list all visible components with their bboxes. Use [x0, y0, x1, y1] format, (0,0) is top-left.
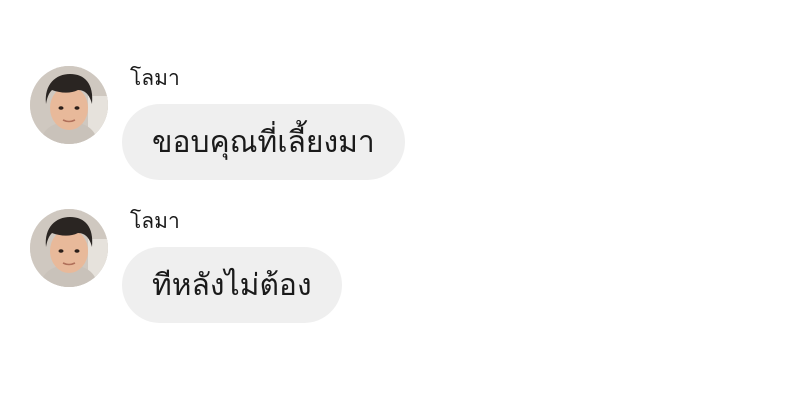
sender-name: โลมา [130, 66, 180, 90]
message-bubble[interactable]: ขอบคุณที่เลี้ยงมา [122, 104, 405, 180]
avatar[interactable] [30, 209, 108, 287]
sender-name: โลมา [130, 209, 180, 233]
child-face-avatar-icon [30, 66, 108, 144]
message-text: ขอบคุณที่เลี้ยงมา [152, 124, 375, 160]
avatar[interactable] [30, 66, 108, 144]
child-face-avatar-icon [30, 209, 108, 287]
message-text: ทีหลังไม่ต้อง [152, 267, 312, 303]
message-bubble[interactable]: ทีหลังไม่ต้อง [122, 247, 342, 323]
